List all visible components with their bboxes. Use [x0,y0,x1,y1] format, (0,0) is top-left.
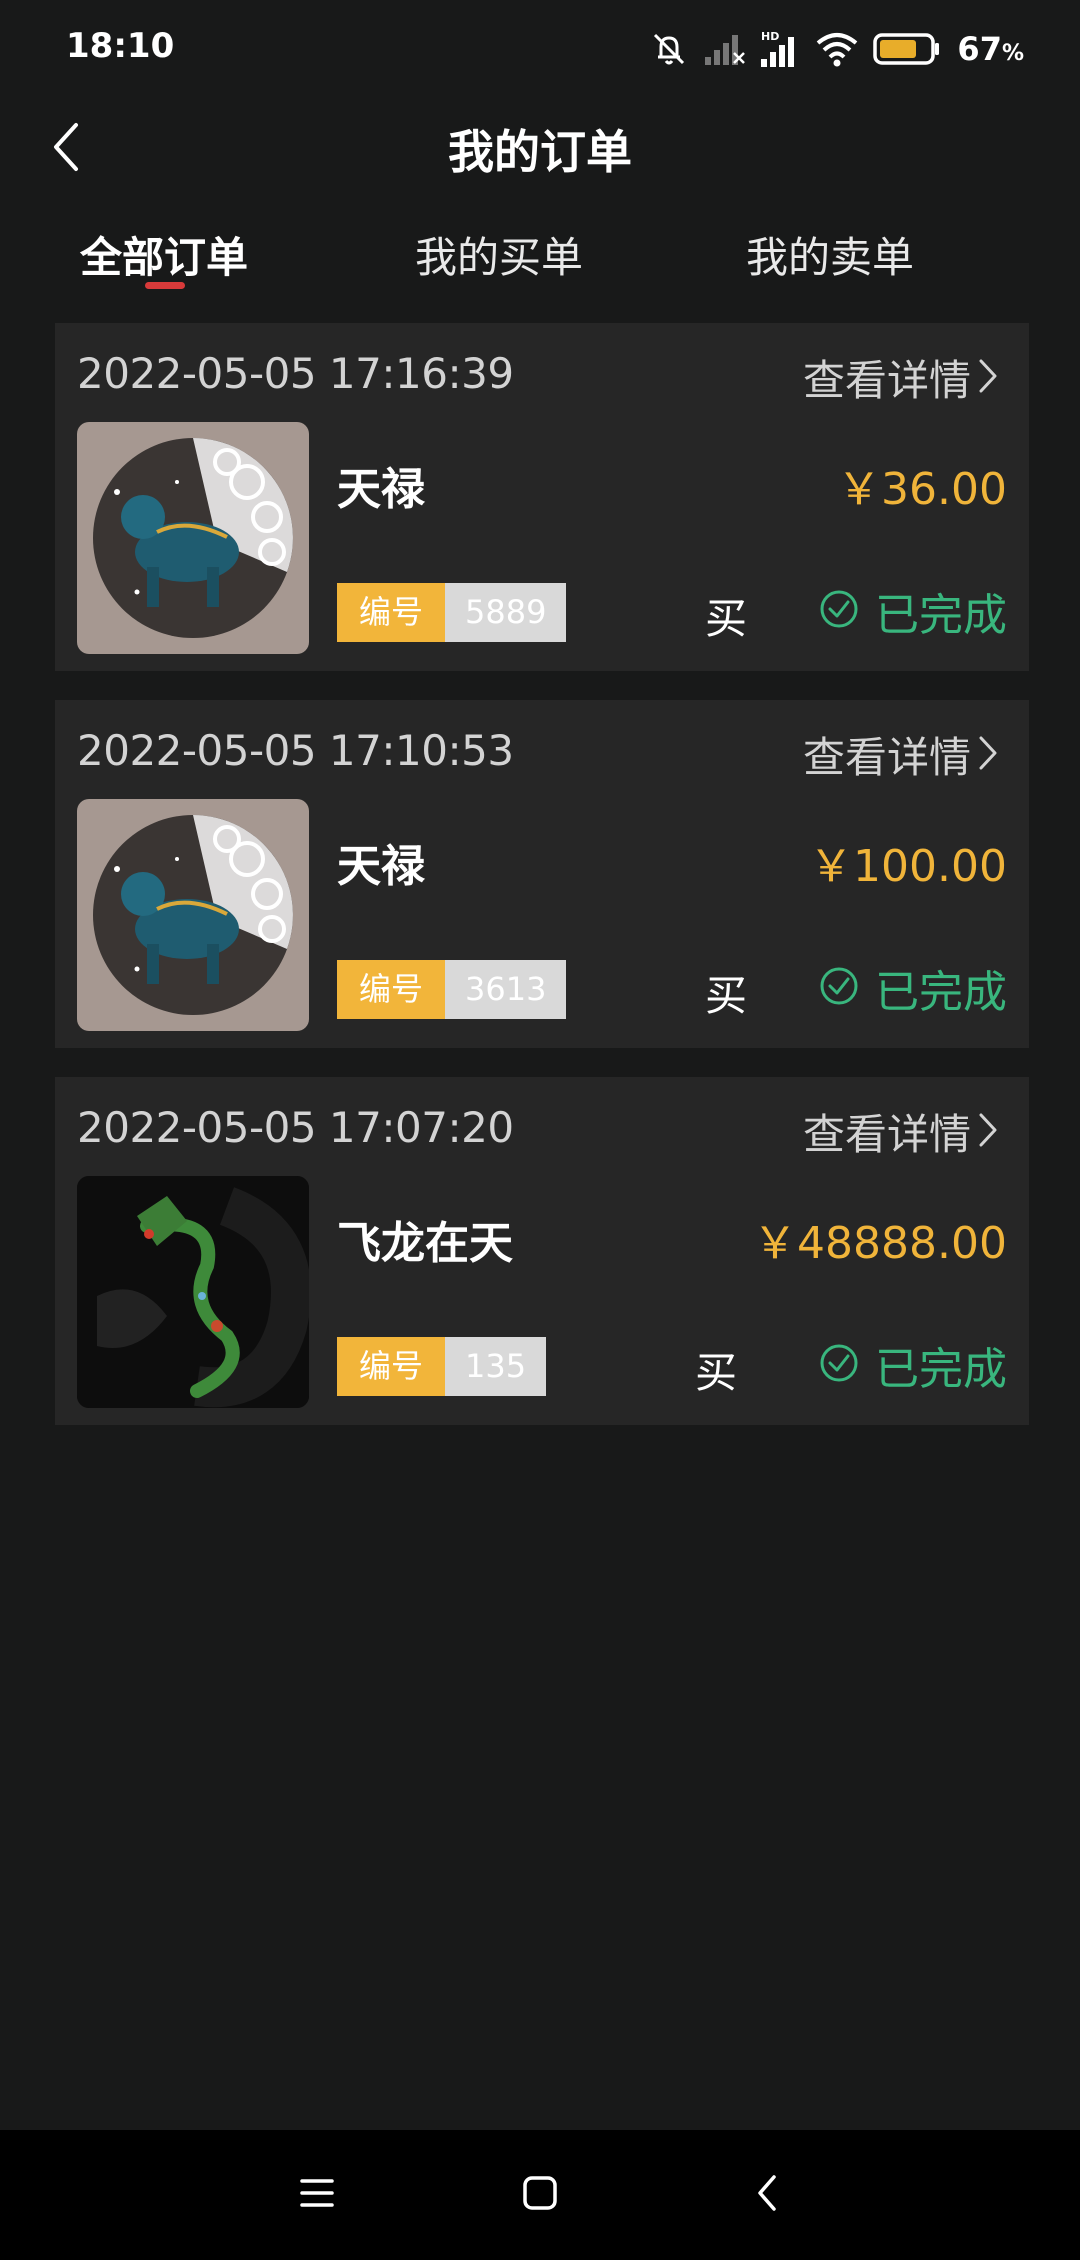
view-details-link[interactable]: 查看详情 [803,724,999,785]
back-icon [755,2173,779,2217]
tab-my-buys[interactable]: 我的买单 [415,224,583,285]
status-label: 已完成 [875,1344,1007,1395]
status-bar: 18:10 HD 67% [0,0,1080,96]
home-icon [522,2175,558,2215]
order-price: ￥48888.00 [753,1218,1007,1269]
wifi-icon [815,31,859,67]
order-type: 买 [705,594,748,643]
order-card[interactable]: 2022-05-05 17:10:53 查看详情 天禄 ￥100.00 编号 3… [55,700,1029,1048]
serial-label: 编号 [337,960,446,1019]
product-image-dragon [77,1176,309,1408]
menu-icon [299,2176,335,2214]
order-status: 已完成 [819,579,1007,643]
home-button[interactable] [510,2165,570,2225]
chevron-right-icon [977,1111,999,1153]
order-price: ￥100.00 [809,841,1007,892]
order-price: ￥36.00 [837,464,1007,515]
product-image-qilin [77,799,309,1031]
chevron-right-icon [977,734,999,776]
view-details-label: 查看详情 [802,733,971,782]
tab-my-sells[interactable]: 我的卖单 [746,224,914,285]
system-nav-bar [0,2130,1080,2260]
chevron-right-icon [977,357,999,399]
order-time: 2022-05-05 17:07:20 [77,1103,514,1152]
serial-tag: 编号 3613 [337,960,567,1019]
serial-number: 5889 [445,583,567,642]
order-type: 买 [695,1348,738,1397]
app-header: 我的订单 [0,96,1080,206]
product-name: 天禄 [337,841,425,892]
battery-icon [873,31,941,67]
check-circle-icon [819,1343,859,1387]
order-type: 买 [705,971,748,1020]
bell-muted-icon [649,29,689,69]
tab-all-orders[interactable]: 全部订单 [80,224,248,285]
battery-percent: 67% [957,30,1024,68]
signal-1-icon [703,31,746,67]
active-tab-indicator [145,282,185,289]
serial-label: 编号 [337,583,446,642]
order-time: 2022-05-05 17:10:53 [77,726,514,775]
order-list: 2022-05-05 17:16:39 查看详情 天禄 ￥36.00 编号 58… [55,323,1029,1454]
status-label: 已完成 [875,590,1007,641]
serial-tag: 编号 135 [337,1337,547,1396]
serial-tag: 编号 5889 [337,583,567,642]
check-circle-icon [819,966,859,1010]
view-details-label: 查看详情 [802,1110,971,1159]
page-title: 我的订单 [448,125,632,179]
order-card[interactable]: 2022-05-05 17:07:20 查看详情 飞龙在天 ￥48888.00 … [55,1077,1029,1425]
view-details-link[interactable]: 查看详情 [803,1101,999,1162]
view-details-label: 查看详情 [802,356,971,405]
order-time: 2022-05-05 17:16:39 [77,349,514,398]
signal-2-icon: HD [759,29,801,69]
back-nav-button[interactable] [737,2165,797,2225]
status-icons: HD 67% [649,24,1024,74]
serial-number: 3613 [445,960,567,1019]
menu-button[interactable] [287,2165,347,2225]
serial-number: 135 [445,1337,547,1396]
serial-label: 编号 [337,1337,446,1396]
status-label: 已完成 [875,967,1007,1018]
order-card[interactable]: 2022-05-05 17:16:39 查看详情 天禄 ￥36.00 编号 58… [55,323,1029,671]
product-image-qilin [77,422,309,654]
status-time: 18:10 [66,26,175,66]
product-name: 天禄 [337,464,425,515]
order-status: 已完成 [819,956,1007,1020]
check-circle-icon [819,589,859,633]
product-name: 飞龙在天 [337,1218,513,1269]
order-tabs: 全部订单 我的买单 我的卖单 [0,206,1080,306]
hd-label: HD [761,30,779,43]
view-details-link[interactable]: 查看详情 [803,347,999,408]
order-status: 已完成 [819,1333,1007,1397]
